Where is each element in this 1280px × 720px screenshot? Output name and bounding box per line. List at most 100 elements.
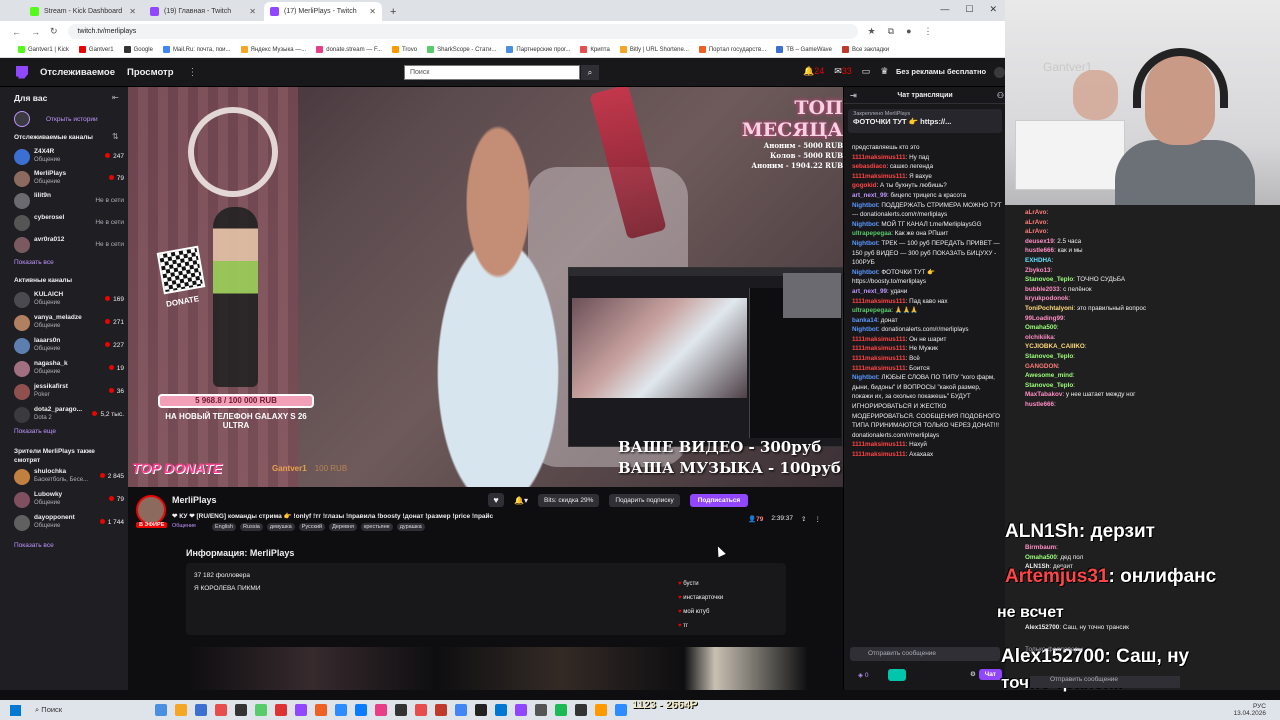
taskbar-app-icon[interactable] [355, 704, 367, 716]
profile-icon[interactable]: ● [906, 26, 911, 37]
nav-following[interactable]: Отслеживаемое [40, 67, 115, 78]
extensions-icon[interactable]: ⧉ [888, 26, 894, 37]
chat-username[interactable]: 99Loading99 [1025, 315, 1064, 322]
sidebar-channel-item[interactable]: cyberosel Не в сети [14, 213, 124, 233]
url-field[interactable]: twitch.tv/merliplays [67, 24, 858, 39]
chat-username[interactable]: YCJIOBKA_CAIIIKO [1025, 343, 1085, 350]
taskbar-app-icon[interactable] [395, 704, 407, 716]
chat-username[interactable]: 1111maksimus111 [852, 365, 906, 372]
settings-gear-icon[interactable]: ⚙ [970, 670, 976, 678]
taskbar-app-icon[interactable] [375, 704, 387, 716]
chat-username[interactable]: Stanovoe_Teplo [1025, 276, 1073, 283]
chat-username[interactable]: aLrAvo [1025, 209, 1046, 216]
sort-icon[interactable]: ⇅ [112, 132, 119, 141]
chat-username[interactable]: ultrapepegaa [852, 307, 891, 314]
stream-tag[interactable]: дурашка [396, 523, 425, 531]
chat-username[interactable]: olchikiika [1025, 334, 1054, 341]
minimize-icon[interactable]: — [940, 4, 949, 15]
video-player[interactable]: ТОП МЕСЯЦА Аноним - 5000 RUB Колов - 500… [128, 87, 843, 487]
channel-avatar[interactable] [136, 495, 166, 525]
sidebar-channel-item[interactable]: dayopponent Общение 1 744 [14, 513, 124, 533]
chat-username[interactable]: ToniPochtalyoni [1025, 305, 1074, 312]
taskbar-app-icon[interactable] [255, 704, 267, 716]
sidebar-channel-item[interactable]: KULAICH Общение 169 [14, 290, 124, 310]
taskbar-app-icon[interactable] [615, 704, 627, 716]
taskbar-app-icon[interactable] [455, 704, 467, 716]
chat-username[interactable]: Nightbot [852, 202, 878, 209]
search-input[interactable]: Поиск [404, 65, 580, 80]
chat-username[interactable]: deusex19 [1025, 238, 1054, 245]
stories-avatar[interactable] [14, 111, 30, 127]
taskbar-app-icon[interactable] [415, 704, 427, 716]
chat-username[interactable]: bubble2033 [1025, 286, 1060, 293]
chat-username[interactable]: aLrAvo [1025, 228, 1046, 235]
collapse-chat-icon[interactable]: ⇥ [850, 87, 857, 104]
chat-username[interactable]: sebasdiaco [852, 163, 886, 170]
twitch-logo-icon[interactable] [16, 65, 28, 79]
chat-username[interactable]: Omaha500 [1025, 324, 1057, 331]
chat-username[interactable]: Nightbot [852, 326, 878, 333]
bookmark-item[interactable]: Яндекс Музыка —... [240, 46, 306, 53]
maximize-icon[interactable]: ☐ [965, 4, 973, 15]
chat-username[interactable]: Nightbot [852, 221, 878, 228]
subscribe-button[interactable]: Подписаться [689, 493, 749, 507]
chat-username[interactable]: art_next_99 [852, 288, 887, 295]
nav-browse[interactable]: Просмотр [127, 67, 174, 78]
browser-tab-merliplays[interactable]: (17) MerliPlays - Twitch ✕ [264, 2, 382, 21]
pinned-message[interactable]: Закреплено MerliPlays ФОТОЧКИ ТУТ 👉 http… [848, 109, 1002, 133]
bookmark-item[interactable]: Gantver1 [78, 46, 114, 53]
stream-tag[interactable]: крестьяне [360, 523, 393, 531]
taskbar-app-icon[interactable] [315, 704, 327, 716]
sidebar-channel-item[interactable]: jessikafirst Poker 36 [14, 382, 124, 402]
bookmark-item[interactable]: Портал государств... [698, 46, 766, 53]
taskbar-app-icon[interactable] [195, 704, 207, 716]
taskbar-app-icon[interactable] [475, 704, 487, 716]
taskbar-app-icon[interactable] [215, 704, 227, 716]
stream-category[interactable]: Общение [172, 523, 196, 529]
chat-username[interactable]: Alex152700 [1025, 624, 1059, 631]
bookmark-star-icon[interactable]: ★ [868, 26, 876, 37]
channel-points[interactable]: ◈ 0 [858, 671, 868, 679]
chat-username[interactable]: GANGDON [1025, 363, 1058, 370]
users-icon[interactable]: ⚇ [997, 87, 1004, 104]
chat-username[interactable]: hustle666 [1025, 247, 1054, 254]
chat-username[interactable]: 1111maksimus111 [852, 298, 906, 305]
chat-username[interactable]: 1111maksimus111 [852, 355, 906, 362]
sidebar-channel-item[interactable]: dota2_parago... Dota 2 5,2 тыс. [14, 405, 124, 425]
chat-input[interactable]: Отправить сообщение [850, 647, 1000, 661]
chat-username[interactable]: 1111maksimus111 [852, 173, 906, 180]
chat-username[interactable]: hustle666 [1025, 401, 1054, 408]
taskbar-app-icon[interactable] [335, 704, 347, 716]
chat-username[interactable]: gogokid [852, 182, 876, 189]
close-tab-icon[interactable]: ✕ [249, 7, 256, 16]
stream-tag[interactable]: Деревня [329, 523, 357, 531]
chat-username[interactable]: MaxTabakov [1025, 391, 1062, 398]
no-ads-button[interactable]: Без рекламы бесплатно [886, 64, 994, 80]
stream-tag[interactable]: Russia [240, 523, 263, 531]
bookmark-item[interactable]: Партнерские прог... [506, 46, 570, 53]
bookmark-item[interactable]: Bitly | URL Shortene... [619, 46, 689, 53]
chat-username[interactable]: art_next_99 [852, 192, 887, 199]
open-stories-link[interactable]: Открыть истории [46, 116, 98, 123]
social-link-youtube[interactable]: мой ютуб [678, 605, 723, 619]
social-link-telegram[interactable]: тг [678, 619, 723, 633]
stream-tag[interactable]: English [212, 523, 237, 531]
notifications-icon[interactable]: 🔔24 [803, 66, 824, 77]
chat-username[interactable]: Stanovoe_Teplo [1025, 382, 1073, 389]
chat-username[interactable]: 1111maksimus111 [852, 441, 906, 448]
sidebar-channel-item[interactable]: vanya_meladze Общение 271 [14, 313, 124, 333]
social-link-boosty[interactable]: бусти [678, 577, 723, 591]
gift-icon[interactable] [888, 669, 906, 681]
chat-username[interactable]: Zbyko13 [1025, 267, 1051, 274]
chat-username[interactable]: Nightbot [852, 240, 878, 247]
sidebar-channel-item[interactable]: laaars0n Общение 227 [14, 336, 124, 356]
close-window-icon[interactable]: ✕ [989, 4, 997, 15]
browser-tab-twitch-home[interactable]: (19) Главная - Twitch ✕ [144, 2, 262, 21]
chat-username[interactable]: banka14 [852, 317, 877, 324]
inbox-icon[interactable]: ✉33 [834, 66, 852, 77]
more-icon[interactable]: ⋮ [188, 67, 198, 78]
new-tab-button[interactable]: + [384, 6, 402, 21]
taskbar-app-icon[interactable] [155, 704, 167, 716]
bookmark-item[interactable]: Gantver1 | Kick [18, 46, 69, 53]
taskbar-app-icon[interactable] [595, 704, 607, 716]
